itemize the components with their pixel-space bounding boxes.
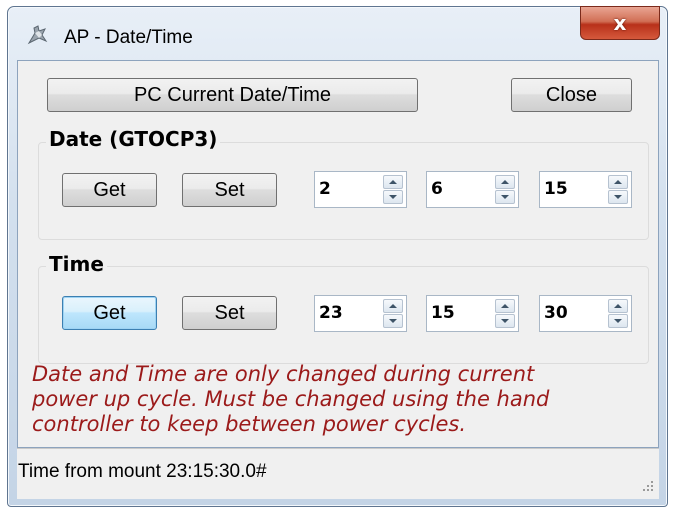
note-line: Date and Time are only changed during cu… (32, 362, 535, 386)
resize-grip-icon[interactable] (641, 479, 655, 493)
spin-up-icon[interactable] (495, 299, 515, 313)
spin-up-icon[interactable] (383, 175, 403, 189)
date-set-button[interactable]: Set (182, 173, 277, 207)
spin-down-icon[interactable] (383, 314, 403, 328)
spin-up-icon[interactable] (383, 299, 403, 313)
spinner-arrows (608, 175, 628, 204)
spinner-arrows (608, 299, 628, 328)
time-second-spinner[interactable]: 30 (539, 295, 632, 332)
time-minute-spinner[interactable]: 15 (426, 295, 519, 332)
time-second-value: 30 (544, 303, 568, 323)
spinner-arrows (495, 175, 515, 204)
pc-current-datetime-label: PC Current Date/Time (133, 83, 332, 106)
time-group-label: Time (46, 252, 107, 276)
date-month-spinner[interactable]: 6 (426, 171, 519, 208)
date-year-value: 15 (544, 179, 568, 199)
time-minute-value: 15 (431, 303, 455, 323)
close-button[interactable]: Close (511, 78, 632, 112)
close-button-label: Close (545, 83, 598, 106)
spinner-arrows (495, 299, 515, 328)
spinner-arrows (383, 175, 403, 204)
date-group-label: Date (GTOCP3) (46, 127, 221, 151)
power-cycle-note: Date and Time are only changed during cu… (32, 362, 652, 437)
time-get-button[interactable]: Get (62, 296, 157, 330)
time-set-button[interactable]: Set (182, 296, 277, 330)
spin-down-icon[interactable] (495, 314, 515, 328)
spinner-arrows (383, 299, 403, 328)
spin-up-icon[interactable] (608, 299, 628, 313)
date-month-value: 6 (431, 179, 443, 199)
note-line: controller to keep between power cycles. (32, 412, 467, 436)
time-hour-value: 23 (319, 303, 343, 323)
spin-down-icon[interactable] (608, 190, 628, 204)
spin-down-icon[interactable] (383, 190, 403, 204)
close-icon: x (613, 11, 627, 35)
date-set-label: Set (214, 178, 245, 201)
window-close-button[interactable]: x (580, 6, 660, 40)
spin-up-icon[interactable] (495, 175, 515, 189)
date-day-value: 2 (319, 179, 331, 199)
window-title: AP - Date/Time (64, 27, 193, 48)
spin-up-icon[interactable] (608, 175, 628, 189)
date-year-spinner[interactable]: 15 (539, 171, 632, 208)
note-line: power up cycle. Must be changed using th… (32, 387, 550, 411)
time-set-label: Set (214, 301, 245, 324)
date-get-label: Get (93, 178, 126, 201)
spin-down-icon[interactable] (495, 190, 515, 204)
spin-down-icon[interactable] (608, 314, 628, 328)
title-bar[interactable]: AP - Date/Time x (8, 6, 667, 57)
astro-physics-icon (27, 25, 48, 45)
status-bar: Time from mount 23:15:30.0# (17, 448, 659, 499)
date-get-button[interactable]: Get (62, 173, 157, 207)
time-hour-spinner[interactable]: 23 (314, 295, 407, 332)
status-text: Time from mount 23:15:30.0# (18, 461, 267, 482)
pc-current-datetime-button[interactable]: PC Current Date/Time (47, 78, 418, 112)
time-get-label: Get (93, 301, 126, 324)
date-day-spinner[interactable]: 2 (314, 171, 407, 208)
